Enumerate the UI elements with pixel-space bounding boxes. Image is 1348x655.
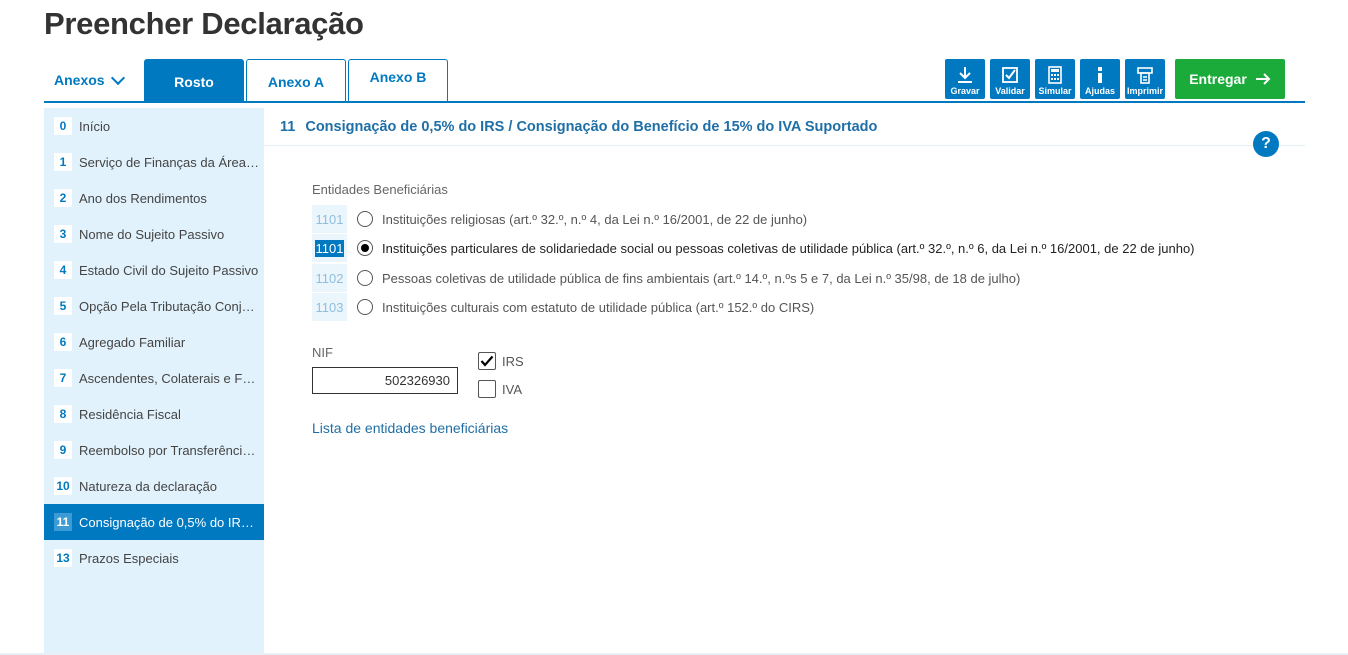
tab-anexo-b[interactable]: Anexo B <box>348 59 448 101</box>
anexos-dropdown[interactable]: Anexos <box>54 70 125 88</box>
sidebar-item-11[interactable]: 11 Consignação de 0,5% do IRS / IVA <box>44 504 264 540</box>
checkbox-unchecked[interactable] <box>478 380 496 398</box>
sidebar-item-label: Reembolso por Transferência Bancária <box>79 442 259 458</box>
option-1103-culturais[interactable]: 1103 Instituições culturais com estatuto… <box>312 293 814 321</box>
imprimir-label: Imprimir <box>1126 86 1163 96</box>
iva-checkbox[interactable]: IVA <box>478 380 522 398</box>
option-label: Instituições religiosas (art.º 32.º, n.º… <box>382 211 808 227</box>
sidebar-item-num: 9 <box>54 441 72 459</box>
checkbox-icon <box>1002 67 1018 83</box>
arrow-right-icon <box>1255 73 1271 85</box>
sidebar-item-1[interactable]: 1 Serviço de Finanças da Área de Residênc… <box>44 144 264 180</box>
sidebar-item-3[interactable]: 3 Nome do Sujeito Passivo <box>44 216 264 252</box>
option-code-text: 1101 <box>314 239 345 257</box>
sidebar-item-num: 3 <box>54 225 72 243</box>
sidebar-item-num: 1 <box>54 153 72 171</box>
imprimir-button[interactable]: Imprimir <box>1125 59 1165 99</box>
printer-icon <box>1137 67 1153 84</box>
iva-label: IVA <box>502 381 522 397</box>
sidebar-item-2[interactable]: 2 Ano dos Rendimentos <box>44 180 264 216</box>
sidebar-item-5[interactable]: 5 Opção Pela Tributação Conjunta <box>44 288 264 324</box>
nif-label: NIF <box>312 345 333 360</box>
option-code: 1101 <box>312 234 347 262</box>
sidebar-item-9[interactable]: 9 Reembolso por Transferência Bancária <box>44 432 264 468</box>
validar-button[interactable]: Validar <box>990 59 1030 99</box>
section-title: Consignação de 0,5% do IRS / Consignação… <box>305 118 878 135</box>
sidebar-item-13[interactable]: 13 Prazos Especiais <box>44 540 264 576</box>
sidebar-item-label: Prazos Especiais <box>79 550 179 566</box>
entities-label: Entidades Beneficiárias <box>312 182 448 197</box>
sidebar: 0 Início 1 Serviço de Finanças da Área de … <box>44 108 264 655</box>
download-icon <box>958 67 972 83</box>
sidebar-item-label: Estado Civil do Sujeito Passivo <box>79 262 259 278</box>
checkmark-icon <box>480 355 494 367</box>
option-label: Instituições particulares de solidarieda… <box>382 240 1195 256</box>
sidebar-item-num: 5 <box>54 297 72 315</box>
sidebar-item-num: 11 <box>54 513 72 531</box>
sidebar-item-label: Natureza da declaração <box>79 478 218 494</box>
option-1101-ipss[interactable]: 1101 Instituições particulares de solida… <box>312 234 1195 262</box>
checkbox-checked[interactable] <box>478 352 496 370</box>
simular-button[interactable]: Simular <box>1035 59 1075 99</box>
sidebar-item-num: 10 <box>54 477 72 495</box>
page-title: Preencher Declaração <box>44 6 364 41</box>
sidebar-item-label: Agregado Familiar <box>79 334 186 350</box>
validar-label: Validar <box>995 86 1025 96</box>
sidebar-item-num: 4 <box>54 261 72 279</box>
option-code: 1103 <box>312 293 347 321</box>
sidebar-item-label: Opção Pela Tributação Conjunta <box>79 298 259 314</box>
radio-button[interactable] <box>357 299 373 315</box>
entregar-label: Entregar <box>1189 71 1247 87</box>
sidebar-item-label: Ano dos Rendimentos <box>79 190 207 206</box>
ajudas-button[interactable]: Ajudas <box>1080 59 1120 99</box>
irs-label: IRS <box>502 353 524 369</box>
nif-input[interactable] <box>312 367 458 394</box>
sidebar-item-label: Serviço de Finanças da Área de Residênci… <box>79 154 259 170</box>
sidebar-item-0[interactable]: 0 Início <box>44 108 264 144</box>
sidebar-item-num: 0 <box>54 117 72 135</box>
radio-button-selected[interactable] <box>357 240 373 256</box>
entities-list-link[interactable]: Lista de entidades beneficiárias <box>312 420 508 436</box>
gravar-label: Gravar <box>950 86 980 96</box>
radio-button[interactable] <box>357 211 373 227</box>
info-icon <box>1098 67 1102 83</box>
ajudas-label: Ajudas <box>1084 86 1115 96</box>
sidebar-item-label: Nome do Sujeito Passivo <box>79 226 225 242</box>
sidebar-item-num: 13 <box>54 549 72 567</box>
option-1101-religiosas[interactable]: 1101 Instituições religiosas (art.º 32.º… <box>312 205 807 233</box>
option-label: Instituições culturais com estatuto de u… <box>382 299 815 315</box>
sidebar-item-num: 2 <box>54 189 72 207</box>
radio-button[interactable] <box>357 270 373 286</box>
sidebar-item-10[interactable]: 10 Natureza da declaração <box>44 468 264 504</box>
tab-anexo-a[interactable]: Anexo A <box>246 59 346 101</box>
sidebar-item-6[interactable]: 6 Agregado Familiar <box>44 324 264 360</box>
sidebar-item-num: 7 <box>54 369 72 387</box>
sidebar-item-label: Ascendentes, Colaterais e Falecidos <box>79 370 259 386</box>
irs-checkbox[interactable]: IRS <box>478 352 524 370</box>
sidebar-item-8[interactable]: 8 Residência Fiscal <box>44 396 264 432</box>
section-number: 11 <box>280 118 296 135</box>
option-label: Pessoas coletivas de utilidade pública d… <box>382 270 1021 286</box>
sidebar-item-label: Consignação de 0,5% do IRS / IVA <box>79 514 259 530</box>
calculator-icon <box>1048 66 1062 84</box>
tab-bar: Anexos Rosto Anexo A Anexo B Gravar Vali… <box>44 58 1305 103</box>
sidebar-item-7[interactable]: 7 Ascendentes, Colaterais e Falecidos <box>44 360 264 396</box>
help-icon[interactable]: ? <box>1253 131 1279 157</box>
simular-label: Simular <box>1038 86 1072 96</box>
section-header: 11 Consignação de 0,5% do IRS / Consigna… <box>264 108 1305 146</box>
tab-rosto[interactable]: Rosto <box>144 59 244 102</box>
gravar-button[interactable]: Gravar <box>945 59 985 99</box>
option-1102-ambientais[interactable]: 1102 Pessoas coletivas de utilidade públ… <box>312 264 1020 292</box>
sidebar-item-4[interactable]: 4 Estado Civil do Sujeito Passivo <box>44 252 264 288</box>
anexos-label: Anexos <box>54 72 105 88</box>
sidebar-item-num: 8 <box>54 405 72 423</box>
entregar-button[interactable]: Entregar <box>1175 59 1285 99</box>
sidebar-item-num: 6 <box>54 333 72 351</box>
sidebar-item-label: Residência Fiscal <box>79 406 181 422</box>
sidebar-item-label: Início <box>79 118 111 134</box>
chevron-down-icon <box>110 70 125 85</box>
option-code: 1102 <box>312 264 347 292</box>
option-code: 1101 <box>312 205 347 233</box>
